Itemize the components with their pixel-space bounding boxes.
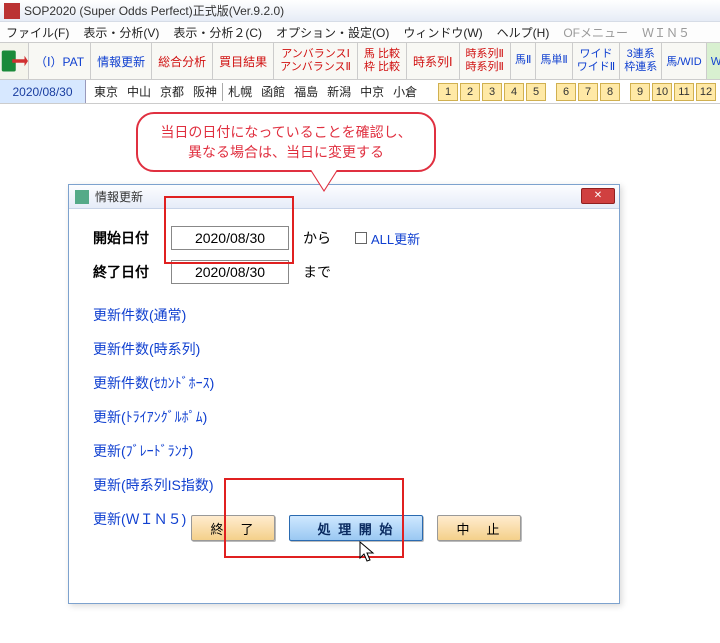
race-buttons: 1 2 3 4 5 6 7 8 9 10 11 12	[436, 80, 720, 103]
menu-file[interactable]: ファイル(F)	[6, 24, 69, 41]
menu-help[interactable]: ヘルプ(H)	[497, 24, 550, 41]
start-date-input[interactable]: 2020/08/30	[171, 226, 289, 250]
start-date-row: 開始日付 2020/08/30 から ALL更新	[93, 223, 595, 253]
annotation-callout: 当日の日付になっていることを確認し、 異なる場合は、当日に変更する	[136, 112, 436, 172]
checkbox-icon	[355, 232, 367, 244]
tb-wide2-label: ワイドⅡ	[577, 61, 615, 74]
race-2[interactable]: 2	[460, 83, 480, 101]
tb-unbalance2: アンバランスⅡ	[280, 61, 351, 74]
trk-kyoto[interactable]: 京都	[156, 83, 189, 100]
race-6[interactable]: 6	[556, 83, 576, 101]
tb-umawid[interactable]: 馬/WID	[662, 43, 706, 79]
tb-jikeiretsu1[interactable]: 時系列Ⅰ	[407, 43, 460, 79]
callout-line2: 異なる場合は、当日に変更する	[188, 142, 384, 162]
lnk-triangle[interactable]: 更新(ﾄﾗｲｱﾝｸﾞﾙﾎﾟﾑ)	[93, 407, 595, 427]
tb-umatan2-label: 馬単Ⅱ	[540, 54, 567, 67]
tb-hikaku[interactable]: 馬 比較 枠 比較	[358, 43, 407, 79]
end-date-row: 終了日付 2020/08/30 まで	[93, 257, 595, 287]
race-8[interactable]: 8	[600, 83, 620, 101]
lnk-blade[interactable]: 更新(ﾌﾞﾚｰﾄﾞﾗﾝﾅ)	[93, 441, 595, 461]
tb-sanrenkei-label: 3連系	[627, 48, 655, 61]
dialog-buttons: 終 了 処 理 開 始 中 止	[191, 515, 521, 541]
track-list: 東京 中山 京都 阪神 札幌 函館 福島 新潟 中京 小倉	[86, 80, 426, 103]
trk-kokura[interactable]: 小倉	[389, 83, 422, 100]
track-row: 2020/08/30 東京 中山 京都 阪神 札幌 函館 福島 新潟 中京 小倉…	[0, 80, 720, 104]
trk-sapporo[interactable]: 札幌	[224, 83, 257, 100]
end-button[interactable]: 終 了	[191, 515, 275, 541]
info-update-dialog: 情報更新 ✕ 開始日付 2020/08/30 から ALL更新 終了日付 202…	[68, 184, 620, 604]
start-process-button[interactable]: 処 理 開 始	[289, 515, 423, 541]
toolbar: （Ⅰ）PAT 情報更新 総合分析 買目結果 アンバランスⅠ アンバランスⅡ 馬 …	[0, 42, 720, 80]
dialog-body: 開始日付 2020/08/30 から ALL更新 終了日付 2020/08/30…	[69, 209, 619, 557]
race-9[interactable]: 9	[630, 83, 650, 101]
cursor-icon	[358, 540, 378, 564]
race-3[interactable]: 3	[482, 83, 502, 101]
stop-button[interactable]: 中 止	[437, 515, 521, 541]
lnk-normal[interactable]: 更新件数(通常)	[93, 305, 595, 325]
tb-wide-label: ワイド	[580, 48, 613, 61]
trk-hakodate[interactable]: 函館	[257, 83, 290, 100]
race-4[interactable]: 4	[504, 83, 524, 101]
dialog-title: 情報更新	[95, 188, 143, 205]
dialog-titlebar[interactable]: 情報更新 ✕	[69, 185, 619, 209]
menu-view2[interactable]: 表示・分析２(C)	[173, 24, 262, 41]
callout-line1: 当日の日付になっていることを確認し、	[160, 122, 411, 142]
end-date-label: 終了日付	[93, 262, 171, 282]
race-11[interactable]: 11	[674, 83, 694, 101]
all-update-checkbox[interactable]: ALL更新	[355, 229, 420, 248]
menu-view[interactable]: 表示・分析(V)	[83, 24, 159, 41]
menu-win5[interactable]: ＷＩＮ５	[642, 24, 690, 41]
trk-hanshin[interactable]: 阪神	[189, 83, 222, 100]
tb-sanrenkei[interactable]: 3連系 枠連系	[620, 43, 662, 79]
tb-uma2-label: 馬Ⅱ	[515, 54, 531, 67]
callout-tail-inner	[310, 168, 338, 190]
end-date-input[interactable]: 2020/08/30	[171, 260, 289, 284]
race-12[interactable]: 12	[696, 83, 716, 101]
tb-umahikaku: 馬 比較	[364, 48, 400, 61]
race-10[interactable]: 10	[652, 83, 672, 101]
menubar: ファイル(F) 表示・分析(V) 表示・分析２(C) オプション・設定(O) ウ…	[0, 22, 720, 42]
tb-wide[interactable]: ワイド ワイドⅡ	[573, 43, 620, 79]
toolbar-exit-icon[interactable]	[0, 43, 29, 79]
tb-jikeiretsu2a: 時系列Ⅱ	[466, 48, 504, 61]
tb-umatan[interactable]: 馬単Ⅱ	[536, 43, 572, 79]
tb-pat[interactable]: （Ⅰ）PAT	[29, 43, 91, 79]
tb-kaimoku[interactable]: 買目結果	[213, 43, 274, 79]
tb-jikeiretsu2b: 時系列Ⅱ	[466, 61, 504, 74]
race-1[interactable]: 1	[438, 83, 458, 101]
tb-unbalance1: アンバランスⅠ	[281, 48, 350, 61]
app-icon	[4, 3, 20, 19]
tb-wakurenkei-label: 枠連系	[624, 61, 657, 74]
tb-w5[interactable]: Ｗ５	[707, 43, 720, 79]
tb-uma[interactable]: 馬Ⅱ	[511, 43, 536, 79]
tb-sogobunseki[interactable]: 総合分析	[152, 43, 213, 79]
tb-refresh[interactable]: 情報更新	[91, 43, 152, 79]
current-date[interactable]: 2020/08/30	[0, 80, 86, 103]
trk-fukushima[interactable]: 福島	[290, 83, 323, 100]
tb-jikeiretsu2[interactable]: 時系列Ⅱ 時系列Ⅱ	[460, 43, 511, 79]
menu-options[interactable]: オプション・設定(O)	[276, 24, 389, 41]
start-date-suffix: から	[303, 228, 331, 248]
race-7[interactable]: 7	[578, 83, 598, 101]
tb-wakuhikaku: 枠 比較	[364, 61, 400, 74]
close-icon[interactable]: ✕	[581, 188, 615, 204]
trk-tokyo[interactable]: 東京	[90, 83, 123, 100]
tb-unbalance[interactable]: アンバランスⅠ アンバランスⅡ	[274, 43, 358, 79]
trk-chukyo[interactable]: 中京	[356, 83, 389, 100]
trk-nakayama[interactable]: 中山	[123, 83, 156, 100]
all-update-label: ALL更新	[371, 229, 420, 248]
window-title: SOP2020 (Super Odds Perfect)正式版(Ver.9.2.…	[24, 2, 284, 19]
lnk-jikeiretsu[interactable]: 更新件数(時系列)	[93, 339, 595, 359]
update-links: 更新件数(通常) 更新件数(時系列) 更新件数(ｾｶﾝﾄﾞﾎｰｽ) 更新(ﾄﾗｲ…	[93, 305, 595, 529]
end-date-suffix: まで	[303, 262, 331, 282]
trk-niigata[interactable]: 新潟	[323, 83, 356, 100]
race-5[interactable]: 5	[526, 83, 546, 101]
lnk-second[interactable]: 更新件数(ｾｶﾝﾄﾞﾎｰｽ)	[93, 373, 595, 393]
menu-window[interactable]: ウィンドウ(W)	[403, 24, 482, 41]
menu-of[interactable]: OFメニュー	[563, 24, 628, 41]
start-date-label: 開始日付	[93, 228, 171, 248]
window-titlebar: SOP2020 (Super Odds Perfect)正式版(Ver.9.2.…	[0, 0, 720, 22]
dialog-icon	[75, 190, 89, 204]
lnk-is[interactable]: 更新(時系列IS指数)	[93, 475, 595, 495]
